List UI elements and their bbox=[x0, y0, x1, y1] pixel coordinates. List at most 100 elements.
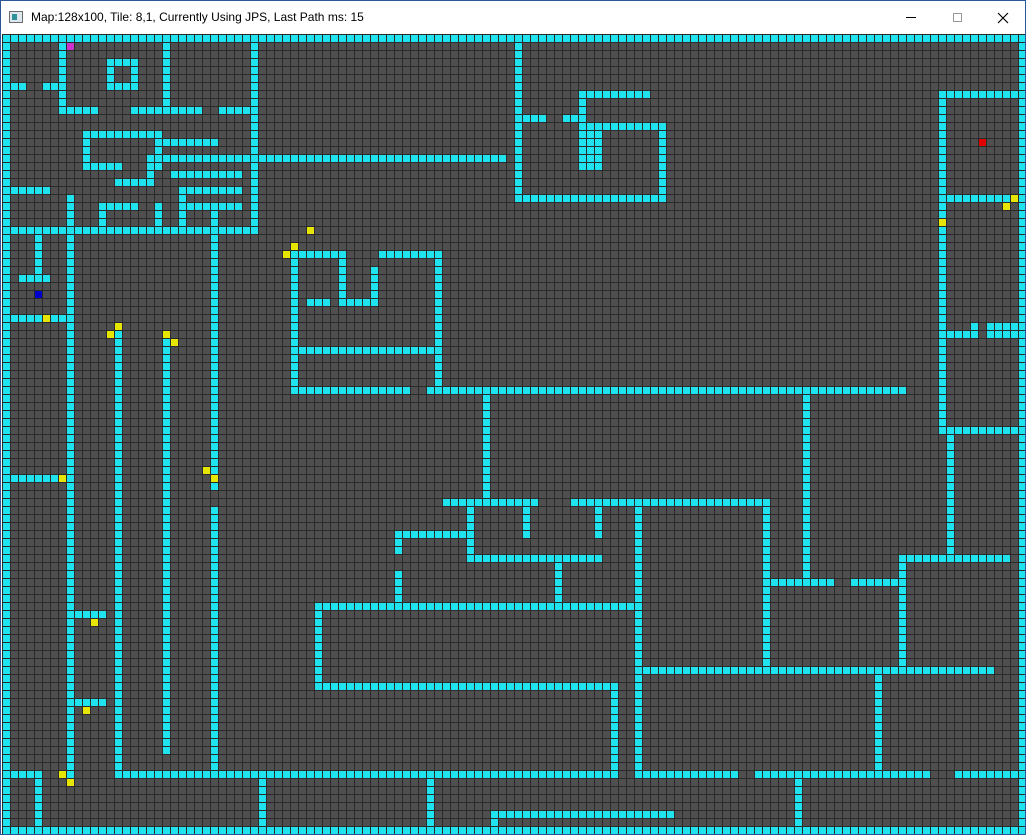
wall-tile bbox=[634, 514, 642, 522]
wall-tile bbox=[810, 578, 818, 586]
wall-tile bbox=[162, 618, 170, 626]
wall-tile bbox=[378, 250, 386, 258]
wall-tile bbox=[482, 154, 490, 162]
wall-tile bbox=[162, 562, 170, 570]
wall-tile bbox=[634, 682, 642, 690]
jump-point-tile bbox=[82, 706, 90, 714]
wall-tile bbox=[202, 226, 210, 234]
wall-tile bbox=[586, 162, 594, 170]
wall-tile bbox=[498, 770, 506, 778]
wall-tile bbox=[18, 274, 26, 282]
wall-tile bbox=[842, 770, 850, 778]
wall-tile bbox=[58, 50, 66, 58]
wall-tile bbox=[1018, 82, 1025, 90]
wall-tile bbox=[490, 770, 498, 778]
minimize-button[interactable] bbox=[888, 1, 934, 34]
wall-tile bbox=[890, 666, 898, 674]
wall-tile bbox=[946, 34, 954, 42]
wall-tile bbox=[898, 658, 906, 666]
wall-tile bbox=[938, 186, 946, 194]
wall-tile bbox=[1018, 530, 1025, 538]
wall-tile bbox=[2, 714, 10, 722]
wall-tile bbox=[722, 666, 730, 674]
wall-tile bbox=[618, 826, 626, 834]
wall-tile bbox=[170, 34, 178, 42]
jump-point-tile bbox=[202, 466, 210, 474]
wall-tile bbox=[226, 202, 234, 210]
close-button[interactable] bbox=[980, 1, 1025, 34]
maximize-button[interactable] bbox=[934, 1, 980, 34]
wall-tile bbox=[2, 722, 10, 730]
wall-tile bbox=[1018, 762, 1025, 770]
wall-tile bbox=[906, 34, 914, 42]
wall-tile bbox=[2, 410, 10, 418]
wall-tile bbox=[498, 386, 506, 394]
wall-tile bbox=[162, 722, 170, 730]
wall-tile bbox=[2, 610, 10, 618]
wall-tile bbox=[762, 826, 770, 834]
wall-tile bbox=[554, 682, 562, 690]
wall-tile bbox=[466, 602, 474, 610]
wall-tile bbox=[762, 594, 770, 602]
wall-tile bbox=[690, 826, 698, 834]
wall-tile bbox=[162, 738, 170, 746]
wall-tile bbox=[42, 274, 50, 282]
wall-tile bbox=[602, 498, 610, 506]
wall-tile bbox=[786, 770, 794, 778]
wall-tile bbox=[338, 602, 346, 610]
wall-tile bbox=[202, 34, 210, 42]
wall-tile bbox=[986, 770, 994, 778]
wall-tile bbox=[522, 770, 530, 778]
wall-tile bbox=[114, 346, 122, 354]
map-grid[interactable] bbox=[2, 34, 1026, 834]
wall-tile bbox=[338, 250, 346, 258]
wall-tile bbox=[314, 154, 322, 162]
wall-tile bbox=[706, 498, 714, 506]
wall-tile bbox=[522, 514, 530, 522]
wall-tile bbox=[2, 618, 10, 626]
pathfinding-map[interactable] bbox=[2, 34, 1026, 834]
wall-tile bbox=[634, 730, 642, 738]
wall-tile bbox=[946, 90, 954, 98]
wall-tile bbox=[938, 162, 946, 170]
wall-tile bbox=[690, 770, 698, 778]
wall-tile bbox=[26, 274, 34, 282]
wall-tile bbox=[658, 138, 666, 146]
wall-tile bbox=[490, 602, 498, 610]
wall-tile bbox=[146, 178, 154, 186]
wall-tile bbox=[1018, 634, 1025, 642]
wall-tile bbox=[906, 554, 914, 562]
wall-tile bbox=[66, 658, 74, 666]
wall-tile bbox=[146, 154, 154, 162]
wall-tile bbox=[794, 826, 802, 834]
wall-tile bbox=[162, 466, 170, 474]
wall-tile bbox=[210, 570, 218, 578]
wall-tile bbox=[42, 186, 50, 194]
wall-tile bbox=[210, 378, 218, 386]
title-bar[interactable]: Map:128x100, Tile: 8,1, Currently Using … bbox=[1, 1, 1025, 34]
wall-tile bbox=[818, 770, 826, 778]
wall-tile bbox=[554, 570, 562, 578]
wall-tile bbox=[1018, 562, 1025, 570]
wall-tile bbox=[66, 602, 74, 610]
wall-tile bbox=[986, 666, 994, 674]
wall-tile bbox=[330, 250, 338, 258]
wall-tile bbox=[66, 530, 74, 538]
wall-tile bbox=[410, 250, 418, 258]
wall-tile bbox=[298, 34, 306, 42]
wall-tile bbox=[1018, 682, 1025, 690]
wall-tile bbox=[226, 770, 234, 778]
wall-tile bbox=[426, 770, 434, 778]
wall-tile bbox=[986, 34, 994, 42]
wall-tile bbox=[82, 130, 90, 138]
wall-tile bbox=[514, 170, 522, 178]
wall-tile bbox=[1018, 202, 1025, 210]
wall-tile bbox=[514, 74, 522, 82]
wall-tile bbox=[290, 250, 298, 258]
wall-tile bbox=[122, 82, 130, 90]
wall-tile bbox=[2, 322, 10, 330]
wall-tile bbox=[146, 826, 154, 834]
wall-tile bbox=[114, 362, 122, 370]
wall-tile bbox=[466, 154, 474, 162]
wall-tile bbox=[426, 802, 434, 810]
